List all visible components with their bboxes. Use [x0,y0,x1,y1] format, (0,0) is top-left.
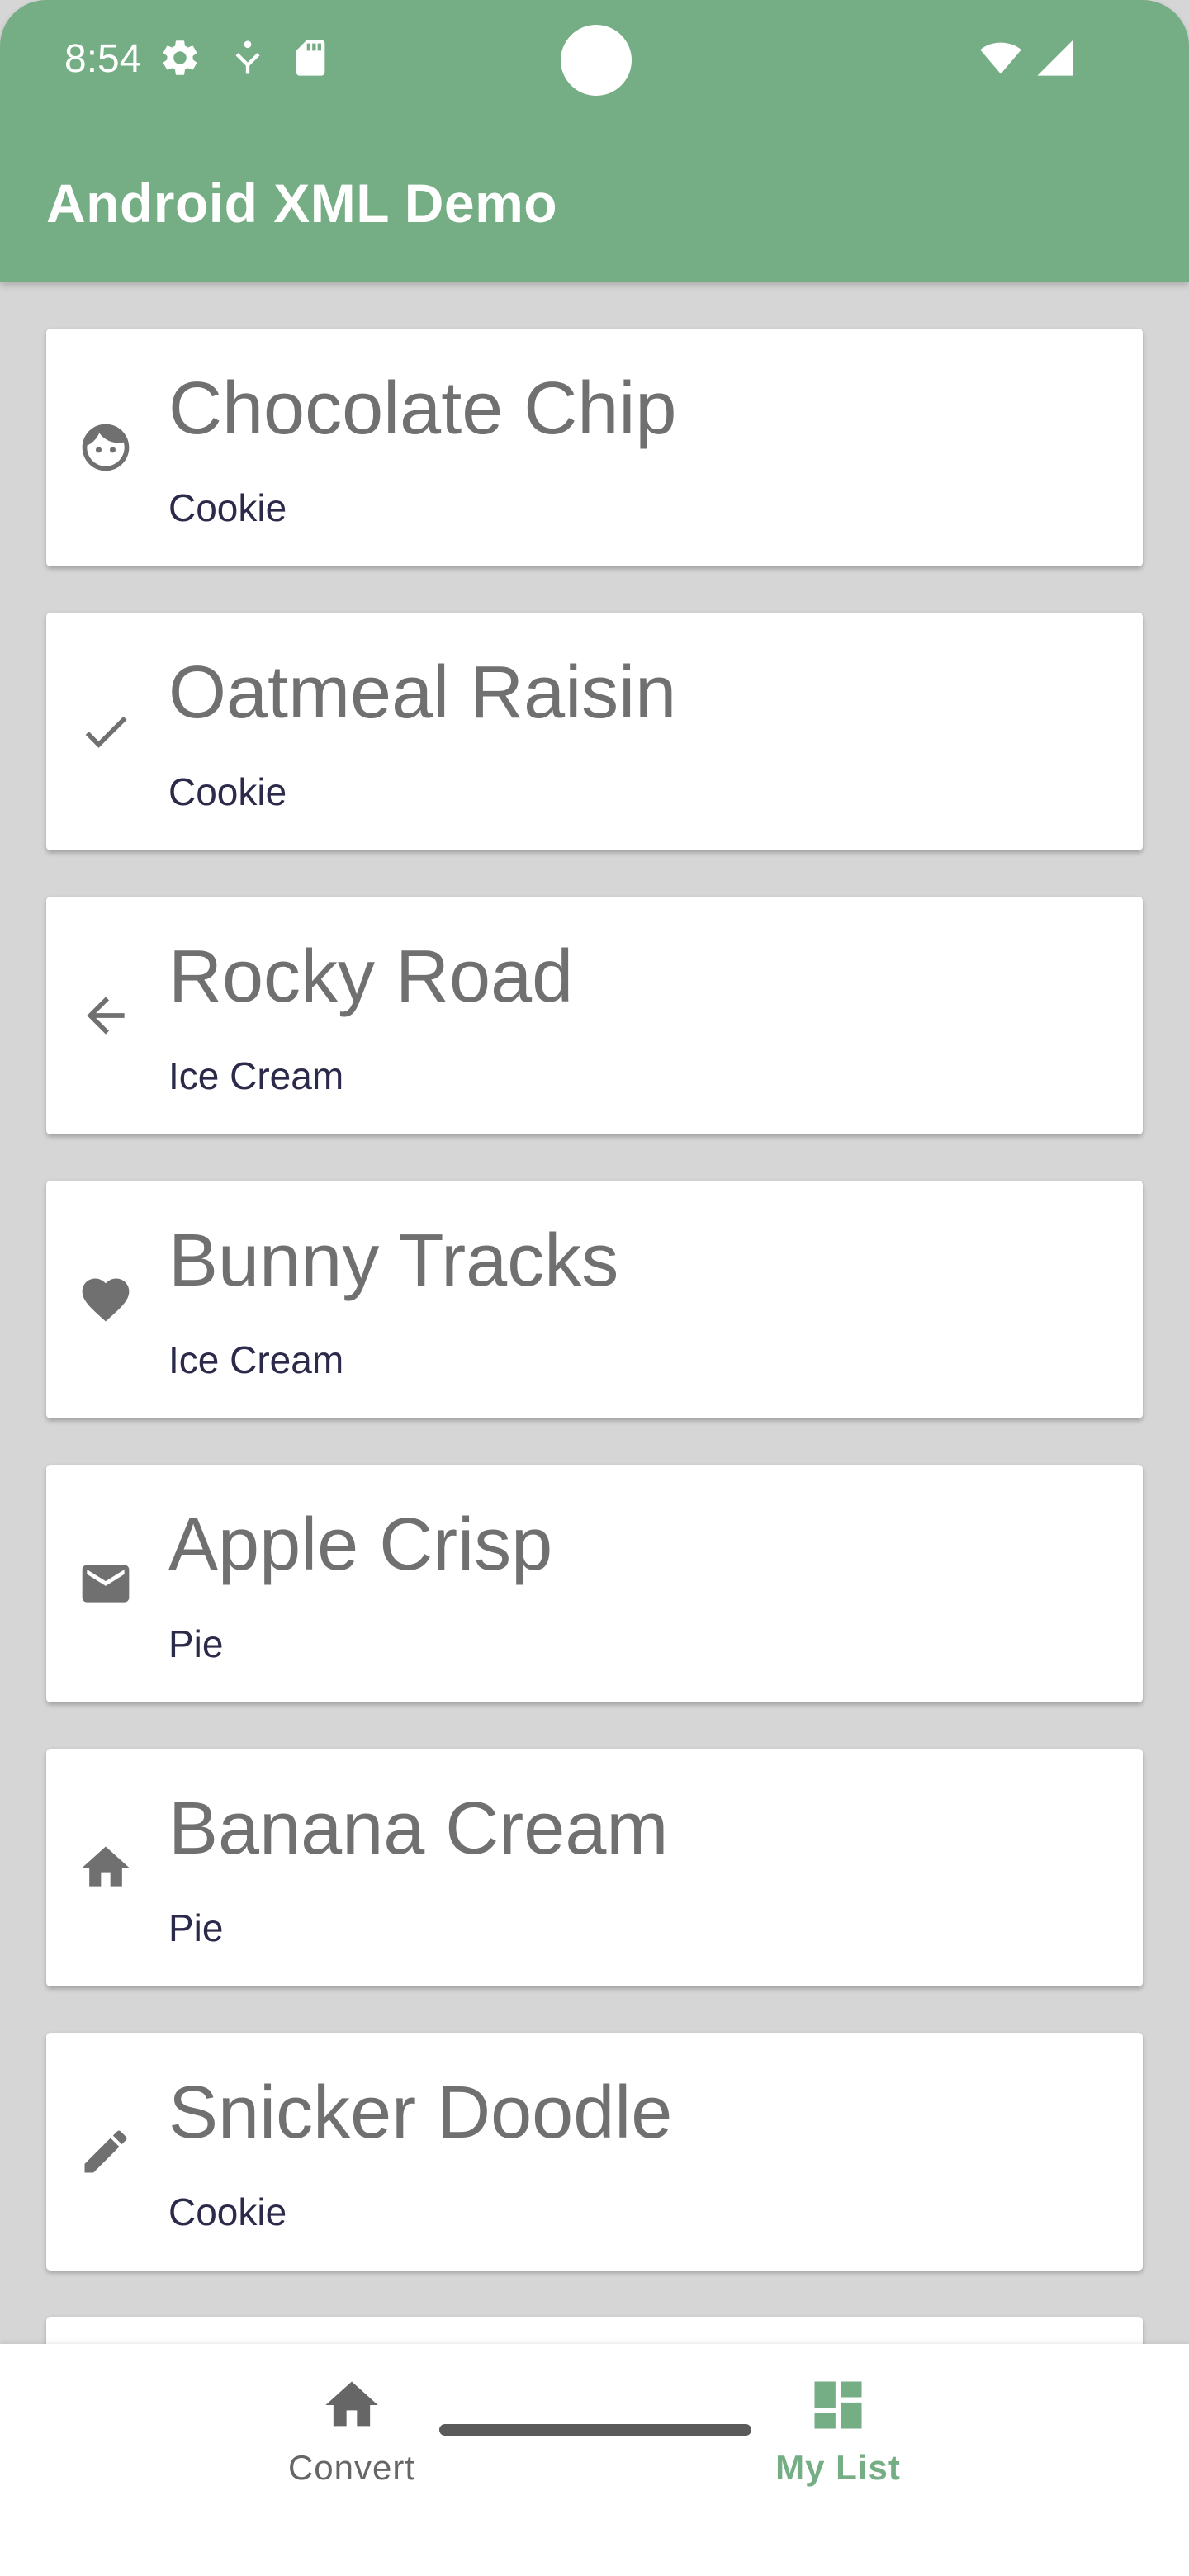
nav-item-my-list[interactable]: My List [714,2374,962,2514]
list-item[interactable]: Snicker Doodle Cookie [46,2033,1143,2271]
accessibility-icon [235,40,260,74]
face-icon [82,424,130,471]
heart-icon [82,1278,130,1322]
item-title: Snicker Doodle [168,2072,673,2154]
list-item[interactable]: Chocolate Chip Cookie [46,329,1143,566]
item-list[interactable]: Chocolate Chip Cookie Oatmeal Raisin Coo… [0,282,1189,2344]
nav-label: Convert [287,2448,416,2487]
list-item[interactable] [46,2317,1143,2344]
dashboard-icon [814,2381,862,2429]
item-title: Banana Cream [168,1788,669,1870]
list-item[interactable]: Bunny Tracks Ice Cream [46,1181,1143,1418]
item-subtitle: Ice Cream [168,1338,344,1381]
list-item[interactable]: Banana Cream Pie [46,1749,1143,1986]
item-title: Oatmeal Raisin [168,651,677,734]
sd-card-icon [296,40,325,76]
camera-cutout [561,25,632,96]
item-subtitle: Cookie [168,486,287,529]
item-subtitle: Cookie [168,770,287,813]
item-title: Apple Crisp [168,1503,553,1586]
check-icon [85,716,127,748]
arrow-back-icon [87,997,125,1035]
list-item[interactable]: Rocky Road Ice Cream [46,897,1143,1134]
home-icon [325,2381,378,2427]
item-subtitle: Pie [168,1906,224,1949]
nav-item-convert[interactable]: Convert [228,2374,476,2514]
status-time: 8:54 [64,37,142,81]
item-title: Bunny Tracks [168,1219,619,1302]
item-subtitle: Ice Cream [168,1054,344,1097]
item-title: Rocky Road [168,935,574,1018]
list-item[interactable]: Oatmeal Raisin Cookie [46,613,1143,850]
bottom-navigation: Convert My List [0,2344,1189,2576]
settings-icon [163,40,197,75]
list-item[interactable]: Apple Crisp Pie [46,1465,1143,1702]
wifi-icon [980,42,1021,74]
item-subtitle: Pie [168,1622,224,1665]
item-title: Chocolate Chip [168,367,677,450]
app-title: Android XML Demo [46,173,558,234]
app-header: 8:54 Android XML Demo [0,0,1189,282]
item-subtitle: Cookie [168,2190,287,2233]
nav-label: My List [775,2448,901,2487]
mail-icon [82,1565,130,1603]
edit-icon [84,2130,127,2173]
home-icon [82,1846,130,1887]
cell-signal-icon [1037,40,1073,76]
gesture-handle[interactable] [439,2424,751,2436]
